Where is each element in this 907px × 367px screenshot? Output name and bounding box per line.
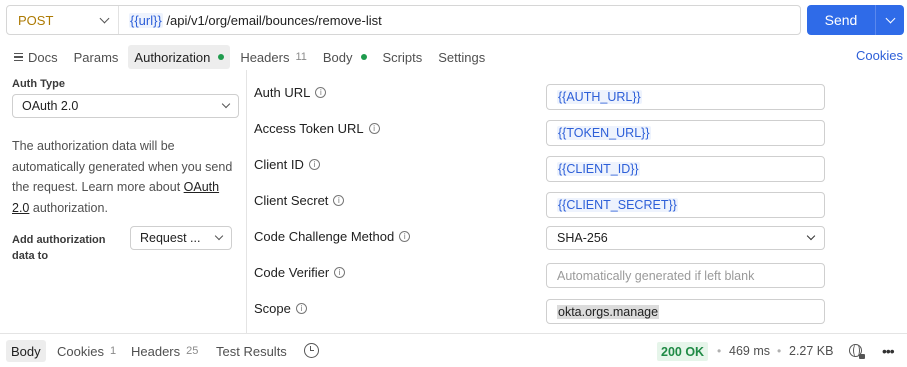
- active-dot: [218, 54, 225, 60]
- url-path: /api/v1/org/email/bounces/remove-list: [162, 12, 382, 28]
- field-value: {{CLIENT_SECRET}}: [557, 198, 678, 212]
- tab-label: Test Results: [216, 343, 287, 359]
- add-auth-select[interactable]: Request ...: [130, 226, 232, 250]
- auth-description-suffix: authorization.: [29, 200, 108, 215]
- more-icon[interactable]: •••: [882, 343, 895, 359]
- code-verifier-label: Code Verifier i: [254, 265, 346, 280]
- code-challenge-label: Code Challenge Method i: [254, 229, 411, 244]
- add-auth-value: Request ...: [140, 231, 201, 245]
- tab-label: Authorization: [134, 49, 211, 65]
- url-variable: {{url}}: [129, 12, 163, 28]
- info-icon[interactable]: i: [399, 231, 411, 242]
- url-bar: POST {{url}} /api/v1/org/email/bounces/r…: [6, 5, 801, 35]
- cookies-link[interactable]: Cookies: [856, 48, 903, 63]
- docs-icon: [14, 52, 23, 62]
- code-verifier-input[interactable]: Automatically generated if left blank: [546, 263, 825, 288]
- info-icon[interactable]: i: [334, 267, 346, 278]
- tab-authorization[interactable]: Authorization: [128, 45, 231, 69]
- method-label: POST: [18, 12, 54, 28]
- response-tab-body[interactable]: Body: [6, 340, 46, 362]
- field-value: {{CLIENT_ID}}: [557, 162, 640, 176]
- field-label: Auth URL: [254, 85, 311, 100]
- url-input[interactable]: {{url}} /api/v1/org/email/bounces/remove…: [119, 12, 382, 28]
- token-url-input[interactable]: {{TOKEN_URL}}: [546, 120, 825, 146]
- auth-type-value: OAuth 2.0: [22, 99, 79, 113]
- tab-label: Params: [73, 49, 119, 65]
- info-icon[interactable]: i: [333, 195, 345, 206]
- status-badge[interactable]: 200 OK: [657, 342, 709, 361]
- scope-label: Scope i: [254, 301, 307, 316]
- chevron-down-icon: [99, 13, 110, 23]
- tab-label: Body: [322, 49, 353, 65]
- info-icon[interactable]: i: [315, 87, 327, 98]
- client-secret-input[interactable]: {{CLIENT_SECRET}}: [546, 192, 825, 218]
- field-label: Access Token URL: [254, 121, 364, 136]
- field-label: Code Challenge Method: [254, 229, 395, 244]
- auth-type-label: Auth Type: [12, 78, 65, 90]
- globe-icon[interactable]: [849, 344, 865, 359]
- send-group: Send: [807, 5, 904, 35]
- send-options-button[interactable]: [876, 5, 904, 35]
- field-label: Scope: [254, 301, 291, 316]
- field-label: Code Verifier: [254, 265, 330, 280]
- scope-input[interactable]: okta.orgs.manage: [546, 299, 825, 324]
- field-value: {{TOKEN_URL}}: [557, 126, 651, 140]
- tab-settings[interactable]: Settings: [432, 45, 491, 69]
- tab-body[interactable]: Body: [317, 45, 373, 69]
- client-id-label: Client ID i: [254, 157, 320, 172]
- info-icon[interactable]: i: [368, 123, 380, 134]
- add-auth-label: Add authorization data to: [12, 234, 106, 262]
- tab-scripts[interactable]: Scripts: [377, 45, 429, 69]
- client-secret-label: Client Secret i: [254, 193, 345, 208]
- chevron-down-icon: [806, 231, 816, 241]
- auth-url-input[interactable]: {{AUTH_URL}}: [546, 84, 825, 110]
- auth-type-select[interactable]: OAuth 2.0: [12, 94, 239, 118]
- auth-sidebar: Auth Type OAuth 2.0 The authorization da…: [0, 70, 247, 333]
- separator: •: [717, 344, 722, 358]
- field-value: SHA-256: [557, 231, 608, 245]
- response-time[interactable]: 469 ms: [729, 344, 770, 358]
- response-tab-cookies[interactable]: Cookies 1: [52, 340, 121, 362]
- field-value: {{AUTH_URL}}: [557, 90, 642, 104]
- field-placeholder: Automatically generated if left blank: [557, 268, 755, 283]
- response-tab-headers[interactable]: Headers 25: [126, 340, 203, 362]
- client-id-input[interactable]: {{CLIENT_ID}}: [546, 156, 825, 182]
- tab-label: Scripts: [382, 49, 423, 65]
- field-value: okta.orgs.manage: [557, 304, 660, 319]
- field-label: Client ID: [254, 157, 304, 172]
- field-label: Client Secret: [254, 193, 329, 208]
- separator: •: [777, 344, 782, 358]
- code-challenge-select[interactable]: SHA-256: [546, 226, 825, 250]
- tab-label: Docs: [28, 49, 58, 65]
- response-bar: Body Cookies 1 Headers 25 Test Results 2…: [0, 333, 907, 367]
- tab-label: Settings: [438, 49, 486, 65]
- tab-params[interactable]: Params: [68, 45, 125, 69]
- chevron-down-icon: [214, 231, 224, 241]
- tab-label: Headers: [131, 343, 181, 359]
- tab-docs[interactable]: Docs: [8, 45, 64, 69]
- active-dot: [360, 54, 367, 60]
- response-tab-test-results[interactable]: Test Results: [211, 340, 292, 362]
- chevron-down-icon: [885, 13, 895, 23]
- headers-count: 25: [186, 345, 199, 357]
- chevron-down-icon: [221, 99, 231, 109]
- request-tabs: Docs Params Authorization Headers 11 Bod…: [8, 44, 495, 70]
- history-icon[interactable]: [304, 343, 319, 358]
- response-size[interactable]: 2.27 KB: [789, 344, 833, 358]
- cookies-count: 1: [109, 345, 117, 357]
- send-button[interactable]: Send: [807, 5, 876, 35]
- auth-url-label: Auth URL i: [254, 85, 327, 100]
- tab-label: Body: [11, 343, 41, 359]
- tab-label: Headers: [240, 49, 290, 65]
- tab-label: Cookies: [57, 343, 104, 359]
- info-icon[interactable]: i: [308, 159, 320, 170]
- tab-headers[interactable]: Headers 11: [234, 45, 313, 69]
- info-icon[interactable]: i: [295, 303, 307, 314]
- method-select[interactable]: POST: [7, 6, 119, 34]
- headers-count: 11: [295, 51, 307, 63]
- token-url-label: Access Token URL i: [254, 121, 380, 136]
- auth-description: The authorization data will be automatic…: [12, 136, 237, 218]
